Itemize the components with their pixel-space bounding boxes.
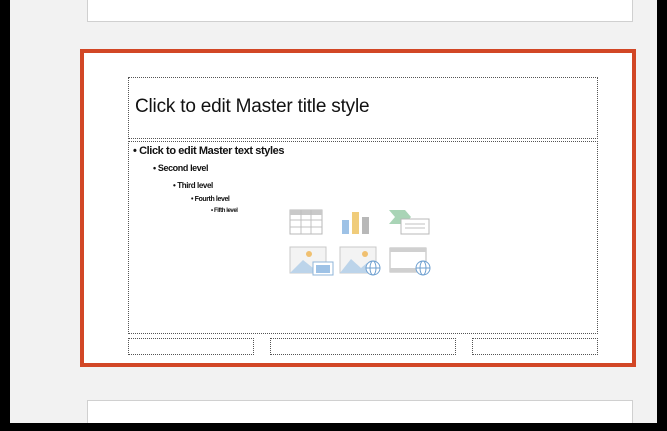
date-placeholder[interactable]: [128, 338, 254, 355]
content-icons-group: [289, 208, 435, 278]
body-level-3: • Third level: [173, 181, 213, 190]
slide-thumbnail-next[interactable]: [87, 400, 633, 423]
body-level-5: • Fifth level: [211, 208, 238, 214]
slide-thumbnail-pane: Click to edit Master title style • Click…: [10, 0, 657, 423]
title-placeholder-text: Click to edit Master title style: [135, 96, 370, 117]
insert-online-picture-icon[interactable]: [339, 246, 385, 276]
body-level-4: • Fourth level: [191, 196, 230, 203]
insert-video-icon[interactable]: [389, 246, 435, 276]
slide-thumbnail-previous[interactable]: [87, 0, 633, 22]
insert-table-icon[interactable]: [289, 208, 323, 236]
content-placeholder[interactable]: • Click to edit Master text styles • Sec…: [128, 141, 598, 334]
body-level-1: • Click to edit Master text styles: [133, 145, 285, 157]
footer-placeholder[interactable]: [270, 338, 456, 355]
body-level-2: • Second level: [153, 163, 209, 173]
insert-smartart-icon[interactable]: [387, 208, 433, 236]
insert-chart-icon[interactable]: [339, 208, 373, 236]
slide-thumbnail-selected[interactable]: Click to edit Master title style • Click…: [80, 49, 636, 367]
insert-picture-icon[interactable]: [289, 246, 335, 276]
slide-layout: Click to edit Master title style • Click…: [89, 58, 627, 358]
title-placeholder[interactable]: Click to edit Master title style: [128, 77, 598, 139]
slide-number-placeholder[interactable]: [472, 338, 598, 355]
